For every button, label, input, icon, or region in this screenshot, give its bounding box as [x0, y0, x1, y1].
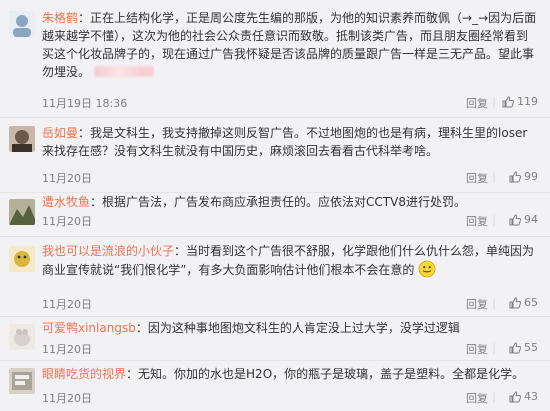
reply-button[interactable]: 回复 [466, 95, 488, 111]
like-count: 55 [524, 341, 538, 354]
comment-meta: 11月19日 18:36 回复 | 119 [42, 95, 538, 111]
timestamp: 11月20日 [42, 298, 92, 311]
reply-button[interactable]: 回复 [466, 390, 488, 406]
username-link[interactable]: 岳如曼 [42, 126, 78, 140]
separator: | [492, 341, 496, 354]
comment-body: 因为这种事地图炮文科生的人肯定没上过大学，没学过逻辑 [147, 321, 460, 335]
separator: | [492, 296, 496, 309]
like-button[interactable]: 55 [509, 341, 538, 354]
thumbs-up-icon [509, 390, 521, 402]
like-count: 94 [524, 213, 538, 226]
comment-meta: 11月20日 回复 | 55 [42, 341, 538, 357]
comment-item: 岳如曼：我是文科生，我支持撤掉这则反智广告。不过地图炮的也是有病，理科生里的lo… [0, 118, 550, 193]
separator: | [492, 390, 496, 403]
avatar[interactable] [9, 324, 35, 350]
separator: | [492, 170, 496, 183]
avatar[interactable] [9, 246, 35, 272]
username-link[interactable]: 我也可以是流浪的小伙子 [42, 244, 174, 258]
smiley-emoji-icon [418, 260, 436, 278]
timestamp: 11月20日 [42, 392, 92, 405]
comment-text: 可爱鸭xinlangsb：因为这种事地图炮文科生的人肯定没上过大学，没学过逻辑 [42, 321, 460, 335]
comment-text: 眼睛吃货的视界：无知。你加的水也是H2O，你的瓶子是玻璃，盖子是塑料。全都是化学… [42, 367, 525, 381]
timestamp: 11月20日 [42, 343, 92, 356]
avatar[interactable] [9, 11, 35, 37]
like-button[interactable]: 43 [509, 390, 538, 403]
comment-body: 我是文科生，我支持撤掉这则反智广告。不过地图炮的也是有病，理科生里的loser来… [42, 126, 528, 158]
thumbs-up-icon [509, 213, 521, 225]
thumbs-up-icon [509, 341, 521, 353]
divider [0, 316, 550, 317]
comment-meta: 11月20日 回复 | 65 [42, 296, 538, 312]
like-count: 99 [524, 170, 538, 183]
reply-button[interactable]: 回复 [466, 170, 488, 186]
divider [0, 236, 550, 237]
like-button[interactable]: 99 [509, 170, 538, 183]
avatar[interactable] [9, 126, 35, 152]
like-button[interactable]: 94 [509, 213, 538, 226]
username-link[interactable]: 朱格鹤 [42, 11, 78, 25]
timestamp: 11月19日 18:36 [42, 97, 128, 110]
avatar[interactable] [9, 199, 35, 225]
like-count: 43 [524, 390, 538, 403]
comment-meta: 11月20日 回复 | 94 [42, 193, 538, 228]
like-count: 119 [517, 95, 538, 108]
comment-item: 可爱鸭xinlangsb：因为这种事地图炮文科生的人肯定没上过大学，没学过逻辑 … [0, 316, 550, 360]
comment-item: 遭水牧鱼：根据广告法，广告发布商应承担责任的。应依法对CCTV8进行处罚。 11… [0, 193, 550, 231]
thumbs-up-icon [509, 296, 521, 308]
like-count: 65 [524, 296, 538, 309]
separator: | [492, 213, 496, 226]
thumbs-up-icon [502, 95, 514, 107]
avatar[interactable] [9, 368, 35, 394]
reply-button[interactable]: 回复 [466, 341, 488, 357]
reply-button[interactable]: 回复 [466, 213, 488, 229]
comment-item: 眼睛吃货的视界：无知。你加的水也是H2O，你的瓶子是玻璃，盖子是塑料。全都是化学… [0, 360, 550, 411]
username-link[interactable]: 眼睛吃货的视界 [42, 367, 126, 381]
comment-text: 岳如曼：我是文科生，我支持撤掉这则反智广告。不过地图炮的也是有病，理科生里的lo… [42, 126, 528, 158]
timestamp: 11月20日 [42, 215, 92, 228]
comment-text: 朱格鹤：正在上结构化学，正是周公度先生编的那版，为他的知识素养而敬佩（→_→因为… [42, 11, 537, 79]
username-link[interactable]: 可爱鸭xinlangsb [42, 321, 136, 335]
timestamp: 11月20日 [42, 172, 92, 185]
comment-meta: 11月20日 回复 | 99 [42, 170, 538, 186]
comment-text: 我也可以是流浪的小伙子：当时看到这个广告很不舒服，化学跟他们什么仇什么怨，单纯因… [42, 244, 535, 278]
comment-item: 我也可以是流浪的小伙子：当时看到这个广告很不舒服，化学跟他们什么仇什么怨，单纯因… [0, 236, 550, 316]
comment-item: 朱格鹤：正在上结构化学，正是周公度先生编的那版，为他的知识素养而敬佩（→_→因为… [0, 0, 550, 118]
like-button[interactable]: 65 [509, 296, 538, 309]
divider [0, 360, 550, 361]
comment-meta: 11月20日 回复 | 43 [42, 390, 538, 406]
blurred-text [93, 66, 154, 77]
comment-body: 无知。你加的水也是H2O，你的瓶子是玻璃，盖子是塑料。全都是化学。 [138, 367, 525, 381]
like-button[interactable]: 119 [502, 95, 538, 108]
separator: | [492, 95, 496, 108]
reply-button[interactable]: 回复 [466, 296, 488, 312]
thumbs-up-icon [509, 170, 521, 182]
